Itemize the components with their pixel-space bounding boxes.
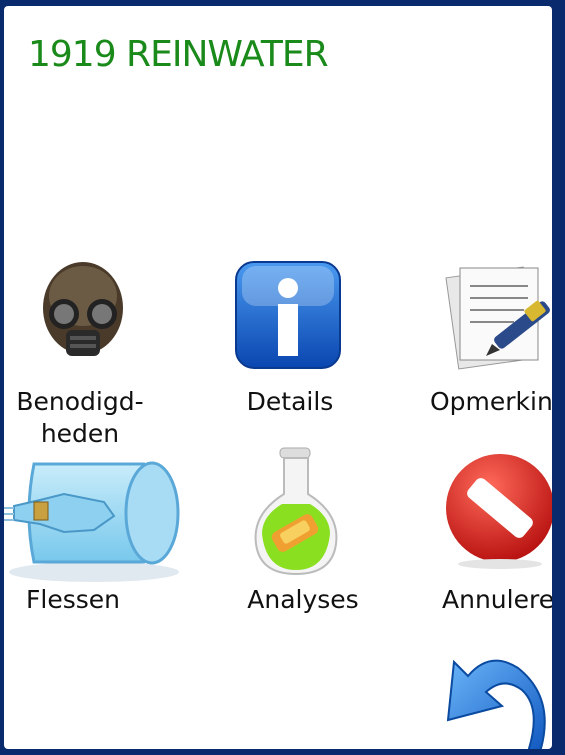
tile-opmerking[interactable]: Opmerking: [424, 254, 552, 424]
tile-analyses[interactable]: Analyses: [234, 444, 384, 624]
tile-label: Flessen: [26, 585, 120, 614]
tile-label: Analyses: [247, 585, 359, 614]
tile-label: Annuleren: [442, 585, 552, 614]
tile-benodigdheden[interactable]: Benodigd- heden: [4, 254, 154, 454]
bottle-icon: [4, 461, 180, 582]
tile-details[interactable]: Details: [204, 254, 364, 424]
gas-mask-icon: [43, 262, 123, 356]
flask-icon: [254, 447, 338, 576]
back-button[interactable]: [444, 646, 552, 749]
info-icon: [235, 261, 341, 369]
back-arrow-icon: [446, 659, 546, 749]
cancel-icon: [446, 454, 552, 569]
tile-annuleren[interactable]: Annuleren: [424, 444, 552, 624]
page-title: 1919 REINWATER: [28, 34, 329, 75]
notes-icon: [445, 266, 550, 370]
app-window: 1919 REINWATER Benodigd- heden Details O…: [4, 6, 552, 749]
tile-flessen[interactable]: Flessen: [4, 444, 189, 624]
tile-label: Details: [246, 387, 334, 416]
tile-label: Benodigd- heden: [16, 387, 144, 448]
tile-label: Opmerking: [430, 387, 552, 416]
